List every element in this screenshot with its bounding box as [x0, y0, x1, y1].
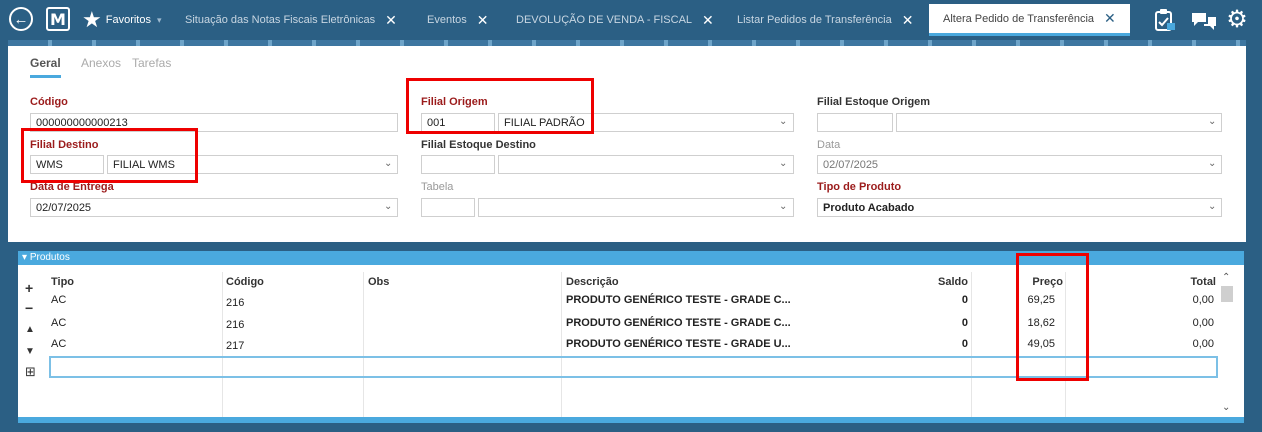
chat-icon[interactable] [1191, 11, 1217, 31]
filial-estoque-origem-name-field[interactable] [896, 113, 1222, 132]
filial-estoque-origem-label: Filial Estoque Origem [817, 96, 931, 108]
tab-situacao-nf[interactable]: Situação das Notas Fiscais Eletrônicas ✕ [185, 6, 397, 34]
column-divider [561, 272, 562, 418]
chevron-down-icon[interactable]: ⌄ [1208, 201, 1216, 212]
chevron-down-icon[interactable]: ⌄ [1208, 116, 1216, 127]
star-icon: ★ [82, 7, 102, 32]
close-icon[interactable]: ✕ [1104, 10, 1116, 27]
tab-listar-pedidos[interactable]: Listar Pedidos de Transferência ✕ [737, 6, 913, 34]
data-field[interactable]: 02/07/2025 [817, 155, 1222, 174]
cell-saldo[interactable]: 0 [962, 338, 968, 350]
tab-label: DEVOLUÇÃO DE VENDA - FISCAL [516, 14, 693, 26]
cell-tipo[interactable]: AC [51, 294, 66, 306]
right-margin [1246, 40, 1262, 432]
tab-tarefas[interactable]: Tarefas [132, 56, 171, 70]
filial-estoque-destino-name-field[interactable] [498, 155, 794, 174]
close-icon[interactable]: ✕ [902, 12, 914, 29]
grid-controls: + − ▲ ▼ ⊞ [22, 272, 44, 412]
chevron-down-icon[interactable]: ⌄ [384, 201, 392, 212]
highlight-filial-origem [406, 78, 594, 134]
tab-anexos[interactable]: Anexos [81, 56, 121, 70]
cell-descricao[interactable]: PRODUTO GENÉRICO TESTE - GRADE C... [566, 294, 791, 306]
left-margin [0, 40, 8, 432]
col-header-obs[interactable]: Obs [368, 276, 389, 288]
tab-devolucao-venda[interactable]: DEVOLUÇÃO DE VENDA - FISCAL ✕ [516, 6, 714, 34]
highlight-filial-destino [21, 128, 198, 183]
tabela-name-field[interactable] [478, 198, 794, 217]
filial-estoque-origem-code-field[interactable] [817, 113, 893, 132]
cell-descricao[interactable]: PRODUTO GENÉRICO TESTE - GRADE C... [566, 317, 791, 329]
cell-tipo[interactable]: AC [51, 338, 66, 350]
tab-label: Situação das Notas Fiscais Eletrônicas [185, 14, 376, 26]
data-entrega-field[interactable]: 02/07/2025 [30, 198, 398, 217]
col-header-total[interactable]: Total [1191, 276, 1216, 288]
col-header-saldo[interactable]: Saldo [938, 276, 968, 288]
cell-total[interactable]: 0,00 [1193, 294, 1214, 306]
produtos-title: Produtos [29, 252, 70, 263]
close-icon[interactable]: ✕ [385, 12, 397, 29]
chevron-down-icon[interactable]: ⌄ [1208, 158, 1216, 169]
cell-saldo[interactable]: 0 [962, 317, 968, 329]
data-label: Data [817, 139, 841, 151]
cell-descricao[interactable]: PRODUTO GENÉRICO TESTE - GRADE U... [566, 338, 791, 350]
gear-icon[interactable]: ⚙ [1224, 7, 1250, 33]
move-up-button[interactable]: ▲ [25, 324, 35, 335]
tab-label: Altera Pedido de Transferência [943, 12, 1095, 25]
scroll-down-icon[interactable]: ⌄ [1222, 402, 1230, 413]
tab-geral[interactable]: Geral [30, 56, 61, 78]
close-icon[interactable]: ✕ [702, 12, 714, 29]
cell-tipo[interactable]: AC [51, 317, 66, 329]
col-header-descricao[interactable]: Descrição [566, 276, 619, 288]
cell-total[interactable]: 0,00 [1193, 338, 1214, 350]
col-header-tipo[interactable]: Tipo [51, 276, 74, 288]
add-row-button[interactable]: + [25, 280, 33, 296]
filial-estoque-destino-code-field[interactable] [421, 155, 495, 174]
chevron-down-icon[interactable]: ⌄ [779, 158, 787, 169]
expand-icon[interactable]: ⊞ [25, 364, 36, 380]
scroll-up-icon[interactable]: ⌃ [1222, 272, 1230, 283]
chevron-down-icon[interactable]: ⌄ [384, 158, 392, 169]
clipboard-icon[interactable] [1154, 8, 1176, 32]
cell-total[interactable]: 0,00 [1193, 317, 1214, 329]
tabela-code-field[interactable] [421, 198, 475, 217]
chevron-down-icon: ▾ [156, 14, 162, 25]
tab-label: Eventos [427, 14, 467, 26]
col-header-codigo[interactable]: Código [226, 276, 264, 288]
column-divider [363, 272, 364, 418]
favorites-label: Favoritos [105, 14, 151, 26]
scroll-thumb[interactable] [1221, 286, 1233, 302]
move-down-button[interactable]: ▼ [25, 346, 35, 357]
tab-altera-pedido[interactable]: Altera Pedido de Transferência ✕ [929, 4, 1130, 36]
codigo-label: Código [30, 96, 68, 108]
table-scrollbar[interactable]: ⌃ ⌄ [1219, 272, 1235, 418]
column-divider [971, 272, 972, 418]
chevron-down-icon[interactable]: ⌄ [779, 116, 787, 127]
cell-codigo[interactable]: 216 [226, 319, 244, 331]
tipo-produto-select[interactable]: Produto Acabado [817, 198, 1222, 217]
tab-eventos[interactable]: Eventos ✕ [427, 6, 488, 34]
chevron-down-icon[interactable]: ⌄ [779, 201, 787, 212]
filial-estoque-destino-label: Filial Estoque Destino [421, 139, 536, 151]
cell-codigo[interactable]: 216 [226, 297, 244, 309]
favorites-menu[interactable]: ★ Favoritos ▾ [82, 7, 162, 33]
column-divider [222, 272, 223, 418]
cell-codigo[interactable]: 217 [226, 340, 244, 352]
tipo-produto-label: Tipo de Produto [817, 181, 902, 193]
back-arrow-icon[interactable]: ← [9, 7, 33, 31]
m-logo-icon[interactable]: M [46, 7, 70, 31]
bottom-band [18, 417, 1244, 423]
tab-label: Listar Pedidos de Transferência [737, 14, 892, 26]
cell-saldo[interactable]: 0 [962, 294, 968, 306]
tabela-label: Tabela [421, 181, 454, 193]
remove-row-button[interactable]: − [25, 300, 33, 316]
highlight-preco-column [1016, 253, 1089, 381]
close-icon[interactable]: ✕ [477, 12, 489, 29]
top-bar: ← M ★ Favoritos ▾ Situação das Notas Fis… [0, 0, 1262, 40]
